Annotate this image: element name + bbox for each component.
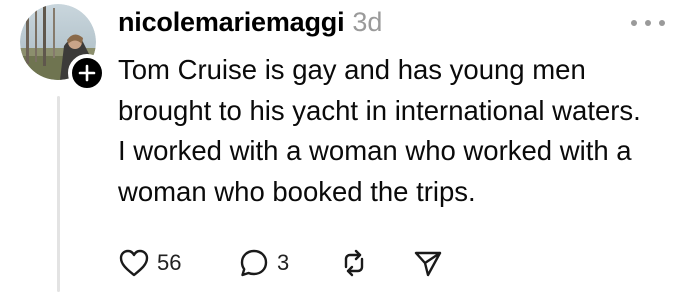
timestamp: 3d <box>352 7 383 37</box>
share-button[interactable] <box>412 247 444 279</box>
comment-icon <box>240 249 268 277</box>
follow-button[interactable] <box>68 54 106 92</box>
avatar-container <box>20 4 106 92</box>
thread-line <box>57 96 60 292</box>
plus-icon <box>78 64 96 82</box>
like-button[interactable]: 56 <box>118 248 238 278</box>
reply-count: 3 <box>277 250 290 275</box>
repost-button[interactable] <box>338 247 412 279</box>
action-bar: 56 3 <box>118 245 444 281</box>
post-text-line: Tom Cruise is gay and has young men <box>118 54 586 85</box>
send-icon <box>414 251 442 277</box>
post-text-line: I worked with a woman who worked with a <box>118 135 632 166</box>
post-header: nicolemariemaggi 3d <box>118 7 382 43</box>
heart-icon <box>119 249 149 277</box>
post-body: Tom Cruise is gay and has young men brou… <box>118 50 688 212</box>
repost-icon <box>344 249 364 277</box>
more-options-button[interactable] <box>626 10 670 36</box>
post-text-line: brought to his yacht in international wa… <box>118 94 641 126</box>
post-text-line: woman who booked the trips. <box>118 175 476 207</box>
thread-post: nicolemariemaggi 3d Tom Cruise is gay an… <box>0 0 700 307</box>
like-count: 56 <box>157 250 182 275</box>
reply-button[interactable]: 3 <box>238 247 338 279</box>
ellipsis-icon <box>631 20 665 26</box>
username[interactable]: nicolemariemaggi <box>118 7 345 38</box>
